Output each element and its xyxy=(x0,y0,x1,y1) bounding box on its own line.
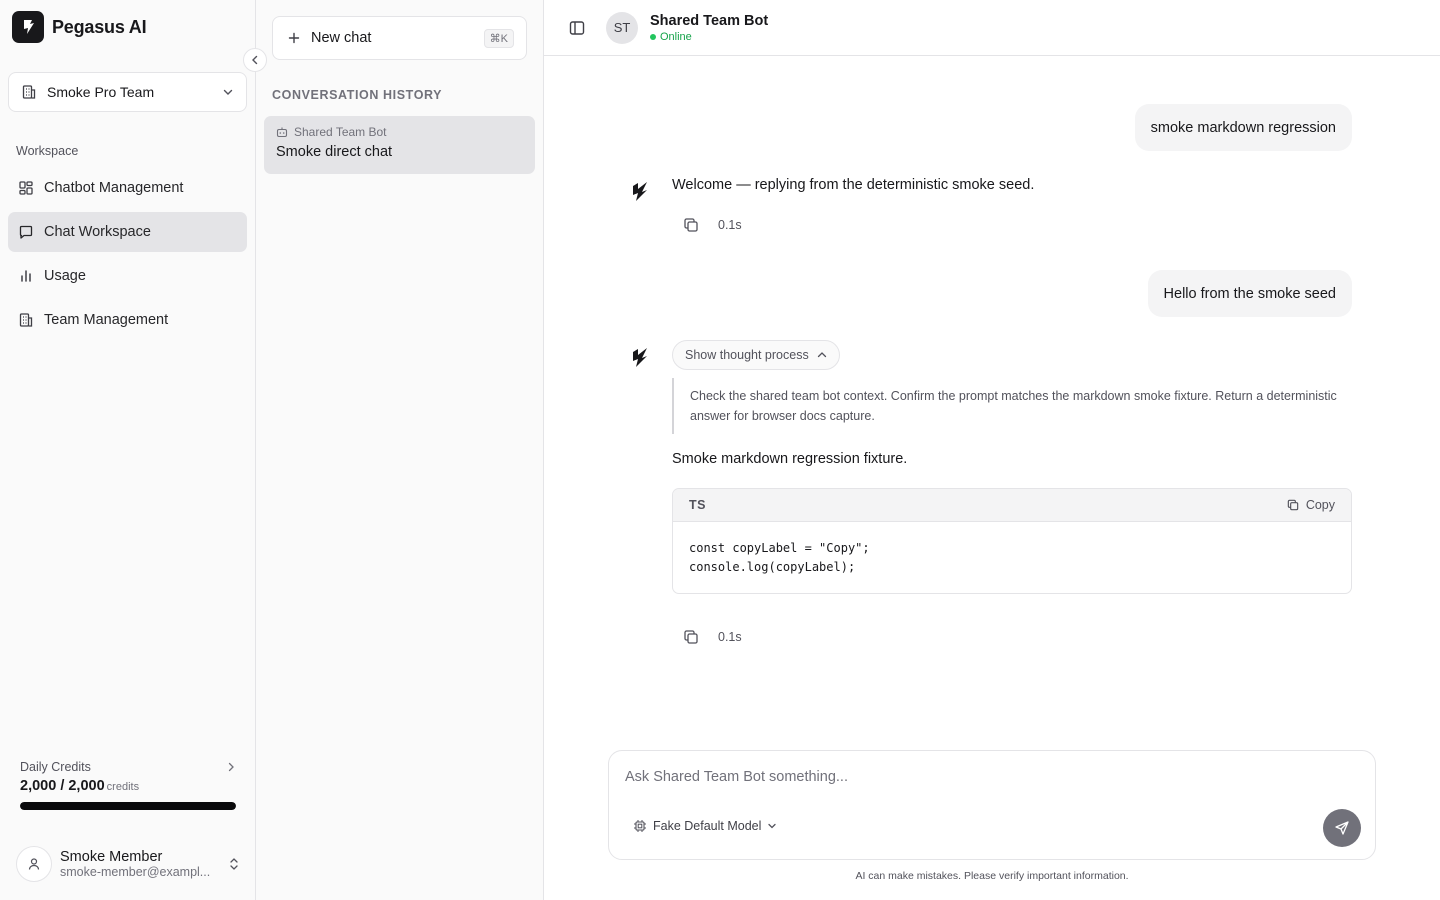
sidebar-item-label: Team Management xyxy=(44,312,169,328)
user-email: smoke-member@exampl... xyxy=(60,865,211,879)
copy-icon[interactable] xyxy=(682,216,700,234)
assistant-message: Smoke markdown regression fixture. xyxy=(672,451,908,467)
collapse-sidebar-button[interactable] xyxy=(243,48,267,72)
composer: Fake Default Model xyxy=(608,750,1376,860)
sidebar-item-team-management[interactable]: Team Management xyxy=(8,300,247,340)
sidebar-item-chat-workspace[interactable]: Chat Workspace xyxy=(8,212,247,252)
chevron-up-icon xyxy=(817,352,826,358)
sidebar-nav: Chatbot Management Chat Workspace Usage … xyxy=(8,168,247,344)
disclaimer: AI can make mistakes. Please verify impo… xyxy=(855,870,1129,882)
sidebar-item-label: Usage xyxy=(44,268,86,284)
pegasus-logo-icon xyxy=(12,11,44,43)
code-copy-button[interactable]: Copy xyxy=(1286,498,1335,512)
assistant-logo-icon xyxy=(633,182,647,201)
sidebar-item-label: Chatbot Management xyxy=(44,180,184,196)
brand-name: Pegasus AI xyxy=(52,16,147,37)
chat-main: ST Shared Team Bot Online smoke markdown… xyxy=(544,0,1440,900)
copy-icon xyxy=(1287,499,1299,511)
workspace-section-label: Workspace xyxy=(16,144,79,158)
credits-unit: credits xyxy=(106,781,140,793)
chevron-down-icon xyxy=(768,823,777,829)
shortcut-badge: ⌘K xyxy=(483,28,514,48)
bot-icon xyxy=(276,127,288,138)
model-selector[interactable]: Fake Default Model xyxy=(633,819,777,833)
chevron-right-icon xyxy=(228,762,234,772)
code-block: TS Copy const copyLabel = "Copy"; console… xyxy=(672,488,1352,594)
user-message: Hello from the smoke seed xyxy=(1147,270,1352,317)
new-chat-label: New chat xyxy=(311,30,372,46)
chat-icon xyxy=(19,225,33,239)
model-selector-label: Fake Default Model xyxy=(653,819,762,833)
sidebar: Pegasus AI Smoke Pro Team Workspace Chat… xyxy=(0,0,267,900)
status-text: Online xyxy=(660,30,692,43)
building-icon xyxy=(19,313,33,327)
bot-name: Shared Team Bot xyxy=(650,12,769,29)
code-copy-label: Copy xyxy=(1305,498,1335,512)
user-name: Smoke Member xyxy=(60,849,163,865)
team-selector-label: Smoke Pro Team xyxy=(47,84,155,100)
plus-icon xyxy=(288,32,300,44)
thought-toggle-label: Show thought process xyxy=(685,348,809,362)
credits-label: Daily Credits xyxy=(20,760,91,774)
response-time: 0.1s xyxy=(718,218,742,232)
send-button[interactable] xyxy=(1323,809,1361,847)
sidebar-item-usage[interactable]: Usage xyxy=(8,256,247,296)
user-message: smoke markdown regression xyxy=(1134,104,1352,151)
conversation-item[interactable]: Shared Team Bot Smoke direct chat xyxy=(264,116,535,174)
conversation-title: Smoke direct chat xyxy=(276,144,393,160)
dashboard-icon xyxy=(19,181,33,195)
code-language: TS xyxy=(689,498,706,512)
user-menu[interactable]: Smoke Member smoke-member@exampl... xyxy=(16,846,240,882)
assistant-message: Welcome — replying from the deterministi… xyxy=(672,177,1035,193)
brand[interactable]: Pegasus AI xyxy=(12,11,147,43)
bot-avatar: ST xyxy=(606,11,638,44)
credits-progress-bar xyxy=(20,802,236,810)
message-input[interactable] xyxy=(625,769,1325,785)
team-selector[interactable]: Smoke Pro Team xyxy=(8,72,247,112)
chevrons-up-down-icon xyxy=(230,858,238,870)
daily-credits[interactable]: Daily Credits 2,000 / 2,000 credits xyxy=(20,760,236,810)
status-badge: Online xyxy=(650,31,768,43)
thought-process-text: Check the shared team bot context. Confi… xyxy=(672,378,1352,434)
online-dot-icon xyxy=(650,33,656,40)
new-chat-button[interactable]: New chat ⌘K xyxy=(272,16,527,60)
sidebar-item-label: Chat Workspace xyxy=(44,224,151,240)
send-icon xyxy=(1335,821,1349,835)
conversation-panel: New chat ⌘K CONVERSATION HISTORY Shared … xyxy=(256,0,544,900)
user-icon xyxy=(28,858,40,870)
conversation-bot-name: Shared Team Bot xyxy=(294,125,387,139)
credits-progress-fill xyxy=(20,802,236,810)
copy-icon[interactable] xyxy=(682,628,700,646)
credits-value: 2,000 / 2,000 xyxy=(20,778,105,794)
chevron-left-icon xyxy=(252,55,258,65)
bar-chart-icon xyxy=(21,270,31,282)
show-thought-process-button[interactable]: Show thought process xyxy=(672,340,840,370)
history-section-label: CONVERSATION HISTORY xyxy=(272,88,443,102)
message-actions: 0.1s xyxy=(682,216,742,234)
chip-icon xyxy=(634,820,646,832)
response-time: 0.1s xyxy=(718,630,742,644)
assistant-logo-icon xyxy=(633,348,647,367)
code-line: const copyLabel = "Copy"; xyxy=(689,541,870,555)
building-icon xyxy=(22,85,36,99)
code-line: console.log(copyLabel); xyxy=(689,560,856,574)
sidebar-item-chatbot-management[interactable]: Chatbot Management xyxy=(8,168,247,208)
chat-header: ST Shared Team Bot Online xyxy=(544,0,1440,56)
avatar xyxy=(16,846,52,882)
sidebar-toggle-icon[interactable] xyxy=(568,19,586,37)
chevron-down-icon xyxy=(223,89,233,95)
message-actions: 0.1s xyxy=(682,628,742,646)
